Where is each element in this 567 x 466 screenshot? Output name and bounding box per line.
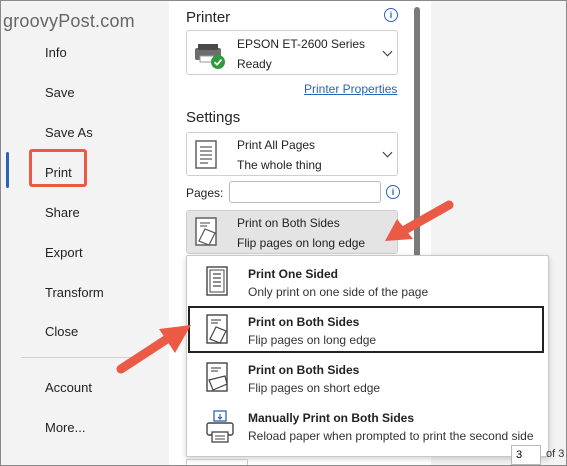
menu-item-title: Manually Print on Both Sides [248,411,415,425]
pages-info-icon[interactable]: i [386,185,400,199]
long-edge-icon [206,314,228,344]
page-range-subtitle: The whole thing [237,158,322,172]
nav-export[interactable]: Export [45,245,83,260]
page-range-dropdown[interactable]: Print All Pages The whole thing [186,132,398,176]
print-sides-subtitle: Flip pages on long edge [237,236,366,250]
nav-info[interactable]: Info [45,45,67,60]
printer-properties-link[interactable]: Printer Properties [304,82,397,96]
menu-item-subtitle: Flip pages on short edge [248,381,381,395]
printer-dropdown[interactable]: EPSON ET-2600 Series Ready [186,30,398,75]
printer-status: Ready [237,57,272,71]
print-sides-menu: Print One Sided Only print on one side o… [186,255,549,457]
printer-heading: Printer [186,9,231,26]
print-backstage: groovyPost.com Info Save Save As Print S… [0,0,567,466]
short-edge-icon [206,362,228,392]
nav-save-as[interactable]: Save As [45,125,93,140]
collapsed-dropdown-edge [186,459,248,465]
pages-label: Pages: [186,186,224,200]
active-indicator [6,152,9,188]
chevron-down-icon [382,46,393,57]
pages-input[interactable] [229,181,381,203]
pages-icon [195,140,217,169]
settings-heading: Settings [186,109,241,126]
menu-item-title: Print on Both Sides [248,363,360,377]
manual-duplex-icon [206,410,234,443]
settings-scrollbar[interactable] [414,7,420,261]
nav-transform[interactable]: Transform [45,285,104,300]
menu-item-title: Print on Both Sides [248,315,360,329]
nav-account[interactable]: Account [45,380,92,395]
menu-item-subtitle: Flip pages on long edge [248,333,377,347]
page-range-title: Print All Pages [237,138,316,152]
printer-info-icon[interactable]: i [384,8,398,22]
chevron-down-icon [382,147,393,158]
nav-more[interactable]: More... [45,420,85,435]
watermark: groovyPost.com [3,11,135,31]
menu-item-print-one-sided[interactable]: Print One Sided Only print on one side o… [187,258,547,306]
print-sides-dropdown[interactable]: Print on Both Sides Flip pages on long e… [186,210,398,254]
long-edge-icon [195,217,217,246]
page-number-input[interactable] [511,445,541,465]
printer-icon [195,44,225,69]
backstage-nav: groovyPost.com Info Save Save As Print S… [1,1,169,465]
menu-item-subtitle: Reload paper when prompted to print the … [248,429,534,443]
menu-item-both-sides-short-edge[interactable]: Print on Both Sides Flip pages on short … [187,354,547,402]
menu-item-subtitle: Only print on one side of the page [248,285,429,299]
menu-item-both-sides-long-edge[interactable]: Print on Both Sides Flip pages on long e… [187,306,547,354]
print-highlight-box [29,149,87,187]
print-sides-title: Print on Both Sides [237,216,340,230]
nav-share[interactable]: Share [45,205,80,220]
printer-name: EPSON ET-2600 Series [237,37,366,51]
nav-close[interactable]: Close [45,324,78,339]
menu-item-manual-both-sides[interactable]: Manually Print on Both Sides Reload pape… [187,402,547,450]
one-sided-icon [206,266,228,296]
nav-divider [21,357,141,358]
menu-item-title: Print One Sided [248,267,339,281]
page-count-label: of 3 [546,448,565,460]
nav-save[interactable]: Save [45,85,75,100]
